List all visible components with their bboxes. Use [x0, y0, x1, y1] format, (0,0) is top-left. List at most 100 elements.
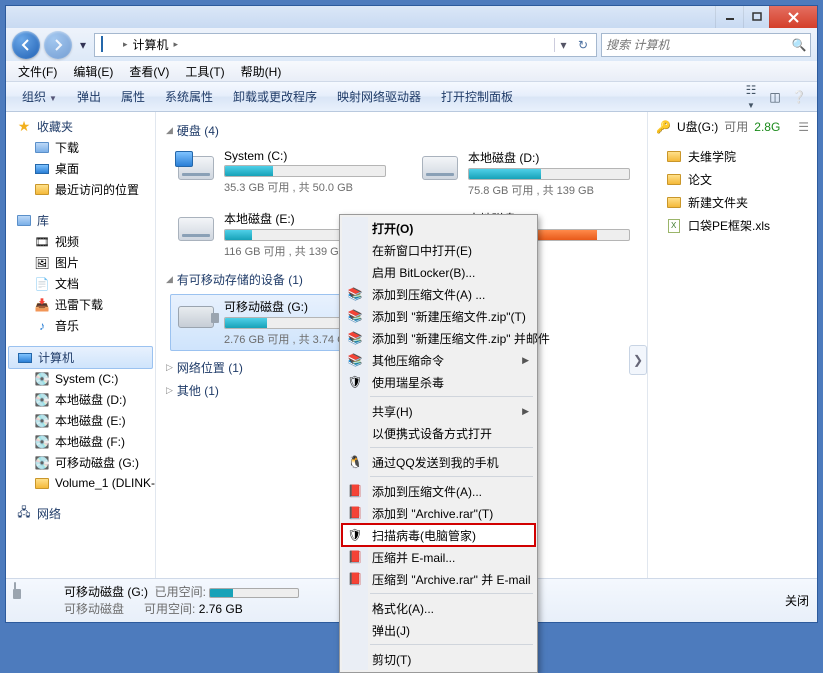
nav-downloads[interactable]: 下载: [6, 137, 155, 158]
toolbar: 组织▼ 弹出 属性 系统属性 卸载或更改程序 映射网络驱动器 打开控制面板 ☷ …: [6, 82, 817, 112]
drive-icon: [418, 149, 462, 187]
pictures-icon: 🖼: [34, 255, 50, 271]
ctx-bitlocker[interactable]: 启用 BitLocker(B)...: [342, 261, 535, 283]
tool-control-panel[interactable]: 打开控制面板: [431, 85, 523, 108]
ctx-rising-scan[interactable]: 🛡使用瑞星杀毒: [342, 371, 535, 393]
minimize-button[interactable]: [715, 6, 743, 28]
nav-pictures[interactable]: 🖼图片: [6, 252, 155, 273]
nav-drive-e[interactable]: 💽本地磁盘 (E:): [6, 410, 155, 431]
ctx-cut[interactable]: 剪切(T): [342, 648, 535, 670]
history-dropdown[interactable]: ▾: [76, 35, 90, 55]
menu-tools[interactable]: 工具(T): [177, 61, 232, 82]
drive-c[interactable]: System (C:)35.3 GB 可用 , 共 50.0 GB: [170, 145, 390, 202]
preview-pane-button[interactable]: ◫: [763, 87, 787, 107]
menu-help[interactable]: 帮助(H): [233, 61, 290, 82]
maximize-button[interactable]: [743, 6, 769, 28]
refresh-button[interactable]: ↻: [572, 38, 594, 52]
ctx-eject[interactable]: 弹出(J): [342, 619, 535, 641]
nav-libraries-header[interactable]: 库: [6, 210, 155, 231]
usb-icon: 🔑: [656, 120, 671, 134]
tool-map-drive[interactable]: 映射网络驱动器: [327, 85, 431, 108]
tool-system-properties[interactable]: 系统属性: [155, 85, 223, 108]
menu-file[interactable]: 文件(F): [10, 61, 65, 82]
ctx-qq-send[interactable]: 🐧通过QQ发送到我的手机: [342, 451, 535, 473]
preview-item[interactable]: 新建文件夹: [656, 191, 809, 214]
menu-edit[interactable]: 编辑(E): [65, 61, 121, 82]
archive-icon: 📚: [347, 352, 363, 368]
menubar: 文件(F) 编辑(E) 查看(V) 工具(T) 帮助(H): [6, 61, 817, 82]
search-box[interactable]: 🔍: [601, 33, 811, 57]
address-bar[interactable]: ▸ 计算机 ▸ ▾ ↻: [94, 33, 597, 57]
archive-icon: 📚: [347, 308, 363, 324]
separator: [370, 396, 533, 397]
xunlei-icon: 📥: [34, 297, 50, 313]
status-free-key: 可用空间:: [144, 602, 195, 616]
ctx-portable[interactable]: 以便携式设备方式打开: [342, 422, 535, 444]
tool-eject[interactable]: 弹出: [67, 85, 111, 108]
view-mode-button[interactable]: ☷ ▼: [739, 80, 763, 114]
nav-network-header[interactable]: 🖧网络: [6, 503, 155, 524]
preview-close-button[interactable]: 关闭: [785, 592, 809, 609]
nav-drive-c[interactable]: 💽System (C:): [6, 369, 155, 389]
ctx-share[interactable]: 共享(H)▶: [342, 400, 535, 422]
usage-bar: [224, 165, 386, 177]
nav-drive-d[interactable]: 💽本地磁盘 (D:): [6, 389, 155, 410]
network-icon: 🖧: [16, 506, 32, 522]
computer-icon: [101, 37, 117, 53]
nav-videos[interactable]: 🎞视频: [6, 231, 155, 252]
titlebar-drag[interactable]: [6, 6, 715, 28]
close-button[interactable]: [769, 6, 817, 28]
back-button[interactable]: [12, 31, 40, 59]
preview-menu-icon[interactable]: ☰: [798, 120, 809, 134]
usb-icon: 💽: [34, 455, 50, 471]
menu-view[interactable]: 查看(V): [121, 61, 177, 82]
ctx-format[interactable]: 格式化(A)...: [342, 597, 535, 619]
nav-computer-header[interactable]: 计算机: [8, 346, 153, 369]
ctx-compress-rar-email[interactable]: 📕压缩到 "Archive.rar" 并 E-mail: [342, 568, 535, 590]
preview-item[interactable]: 口袋PE框架.xls: [656, 214, 809, 237]
ctx-scan-virus[interactable]: 🛡扫描病毒(电脑管家): [342, 524, 535, 546]
folder-icon: [666, 195, 682, 211]
separator: [370, 476, 533, 477]
ctx-add-archive[interactable]: 📚添加到压缩文件(A) ...: [342, 283, 535, 305]
section-hdd[interactable]: ◢硬盘 (4): [166, 122, 647, 139]
scroll-right-button[interactable]: ❯: [629, 345, 647, 375]
ctx-add-to-zip[interactable]: 📚添加到 "新建压缩文件.zip"(T): [342, 305, 535, 327]
ctx-add-to-zip-mail[interactable]: 📚添加到 "新建压缩文件.zip" 并邮件: [342, 327, 535, 349]
ctx-open[interactable]: 打开(O): [342, 217, 535, 239]
preview-item[interactable]: 论文: [656, 168, 809, 191]
tool-uninstall[interactable]: 卸载或更改程序: [223, 85, 327, 108]
breadcrumb-computer[interactable]: 计算机: [130, 36, 172, 53]
nav-volume1[interactable]: Volume_1 (DLINK-: [6, 473, 155, 493]
ctx-add-archive-rar[interactable]: 📕添加到压缩文件(A)...: [342, 480, 535, 502]
ctx-compress-email[interactable]: 📕压缩并 E-mail...: [342, 546, 535, 568]
search-input[interactable]: [602, 38, 788, 52]
video-icon: 🎞: [34, 234, 50, 250]
preview-item[interactable]: 夫维学院: [656, 145, 809, 168]
drive-label: 本地磁盘 (D:): [468, 149, 630, 166]
nav-documents[interactable]: 📄文档: [6, 273, 155, 294]
nav-xunlei[interactable]: 📥迅雷下载: [6, 294, 155, 315]
nav-recent[interactable]: 最近访问的位置: [6, 179, 155, 200]
status-labels: 可移动磁盘 (G:) 已用空间: 可移动磁盘 可用空间: 2.76 GB: [64, 584, 299, 618]
address-dropdown[interactable]: ▾: [554, 38, 572, 52]
xls-file-icon: [666, 218, 682, 234]
rar-icon: 📕: [347, 483, 363, 499]
drive-d[interactable]: 本地磁盘 (D:)75.8 GB 可用 , 共 139 GB: [414, 145, 634, 202]
nav-favorites-header[interactable]: ★收藏夹: [6, 116, 155, 137]
collapse-icon: ◢: [166, 125, 173, 136]
tool-organize[interactable]: 组织▼: [12, 85, 67, 108]
nav-desktop[interactable]: 桌面: [6, 158, 155, 179]
forward-button[interactable]: [44, 31, 72, 59]
nav-drive-f[interactable]: 💽本地磁盘 (F:): [6, 431, 155, 452]
drive-icon: [174, 149, 218, 187]
tool-properties[interactable]: 属性: [111, 85, 155, 108]
nav-music[interactable]: ♪音乐: [6, 315, 155, 336]
ctx-open-new-window[interactable]: 在新窗口中打开(E): [342, 239, 535, 261]
preview-avail-value: 2.8G: [754, 120, 780, 134]
help-button[interactable]: ❔: [787, 87, 811, 107]
expand-icon: ▷: [166, 385, 173, 396]
nav-drive-g[interactable]: 💽可移动磁盘 (G:): [6, 452, 155, 473]
ctx-other-compress[interactable]: 📚其他压缩命令▶: [342, 349, 535, 371]
ctx-add-to-rar[interactable]: 📕添加到 "Archive.rar"(T): [342, 502, 535, 524]
